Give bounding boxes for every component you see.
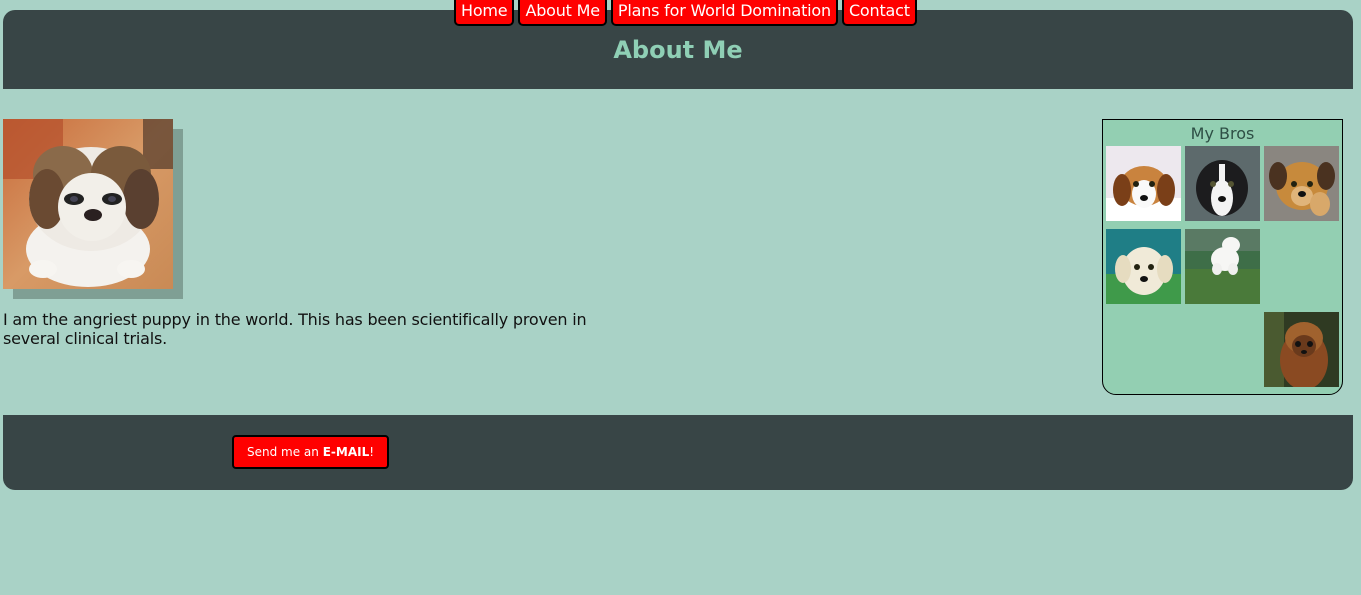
footer: Send me an E-MAIL! [3,415,1353,490]
nav-contact[interactable]: Contact [841,0,917,26]
email-button-suffix: ! [369,445,375,459]
page-title: About Me [613,36,743,64]
nav-home[interactable]: Home [454,0,515,26]
send-email-button[interactable]: Send me an E-MAIL! [232,435,390,469]
main-nav: Home About Me Plans for World Domination… [454,0,917,26]
email-button-prefix: Send me an [247,445,323,459]
email-button-bold: E-MAIL [322,445,370,459]
profile-photo-angry-puppy [3,119,173,289]
nav-plans-for-world-domination[interactable]: Plans for World Domination [610,0,838,26]
my-bros-panel: My Bros [1102,119,1343,395]
profile-photo-frame [3,119,183,299]
bro-photo-waving-puppy [1264,146,1339,221]
nav-about-me[interactable]: About Me [518,0,607,26]
bro-photo-beagle-puppy [1106,146,1181,221]
bro-photo-ewok [1264,312,1339,387]
bro-photo-lab-puppy [1106,229,1181,304]
bro-photo-white-puppy-on-grass [1185,229,1260,304]
bio-text: I am the angriest puppy in the world. Th… [3,310,587,348]
my-bros-title: My Bros [1190,124,1255,143]
bro-photo-border-collie-puppy [1185,146,1260,221]
